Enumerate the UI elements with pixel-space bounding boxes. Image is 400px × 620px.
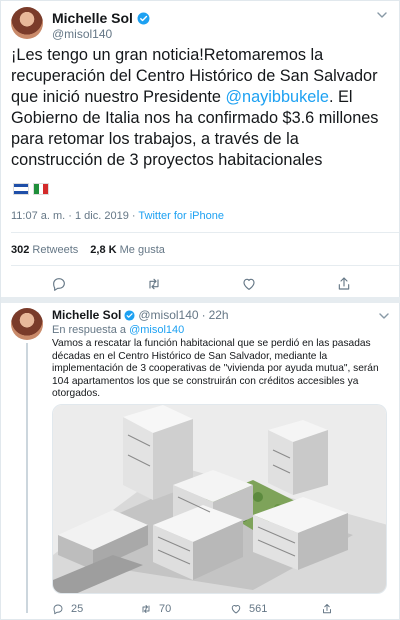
- reply-count: 25: [71, 603, 84, 615]
- in-reply-to: En respuesta a @misol140: [52, 324, 184, 336]
- tweet-text: ¡Les tengo un gran noticia!Retomaremos l…: [11, 45, 393, 171]
- tweet-detail-view: Michelle Sol @misol140 ¡Les tengo un gra…: [0, 0, 400, 620]
- reply-text: Vamos a rescatar la función habitacional…: [52, 338, 379, 400]
- verified-badge-icon: [124, 309, 135, 321]
- chevron-down-icon[interactable]: [376, 9, 388, 21]
- share-button[interactable]: [321, 603, 333, 615]
- tweet-photo[interactable]: [52, 404, 387, 594]
- separator-dot: ·: [201, 308, 206, 322]
- in-reply-handle[interactable]: @misol140: [129, 324, 184, 336]
- retweets-stat[interactable]: 302 Retweets: [11, 244, 78, 256]
- action-bar: [1, 276, 400, 292]
- reply-author-handle[interactable]: @misol140: [138, 308, 198, 322]
- share-icon: [323, 604, 331, 614]
- reply-time[interactable]: 22h: [209, 308, 229, 322]
- section-separator: [1, 297, 400, 303]
- flags-row: [13, 183, 49, 195]
- likes-stat[interactable]: 2,8 K Me gusta: [90, 244, 165, 256]
- source-link[interactable]: Twitter for iPhone: [138, 210, 224, 222]
- verified-badge-icon: [137, 12, 150, 24]
- flag-italy-icon: [33, 183, 49, 195]
- timestamp: 11:07 a. m. · 1 dic. 2019 ·: [11, 210, 139, 222]
- reply-icon: [53, 604, 63, 615]
- like-count: 561: [249, 603, 268, 615]
- engagement-stats: 302 Retweets 2,8 K Me gusta: [11, 244, 165, 256]
- share-icon[interactable]: [336, 276, 352, 292]
- in-reply-prefix: En respuesta a: [52, 324, 126, 336]
- retweets-label: Retweets: [32, 244, 79, 256]
- reply-button[interactable]: 25: [52, 603, 83, 615]
- retweet-count: 70: [159, 603, 172, 615]
- author-row[interactable]: Michelle Sol: [52, 10, 150, 26]
- chevron-down-icon[interactable]: [378, 310, 390, 322]
- like-icon: [231, 605, 241, 614]
- author-handle[interactable]: @misol140: [52, 27, 112, 41]
- like-icon[interactable]: [241, 276, 257, 292]
- mention-link[interactable]: @nayibbukele: [226, 88, 329, 106]
- retweets-count: 302: [11, 244, 30, 256]
- reply-action-bar: 25 70 561: [1, 603, 400, 617]
- retweet-icon: [142, 605, 150, 613]
- thread-line: [26, 343, 28, 613]
- retweet-button[interactable]: 70: [140, 603, 171, 615]
- like-button[interactable]: 561: [230, 603, 267, 615]
- reply-icon[interactable]: [51, 276, 67, 292]
- reply-avatar[interactable]: [11, 308, 43, 340]
- reply-author-name[interactable]: Michelle Sol: [52, 308, 121, 322]
- flag-el-salvador-icon: [13, 183, 29, 195]
- likes-label: Me gusta: [119, 244, 165, 256]
- divider: [11, 265, 399, 266]
- avatar[interactable]: [11, 7, 43, 39]
- divider: [11, 232, 399, 233]
- reply-author-row[interactable]: Michelle Sol @misol140 · 22h: [52, 308, 229, 322]
- likes-count: 2,8 K: [90, 244, 117, 256]
- housing-render-image: [53, 405, 386, 593]
- tweet-meta: 11:07 a. m. · 1 dic. 2019 · Twitter for …: [11, 210, 224, 222]
- retweet-icon[interactable]: [146, 276, 162, 292]
- author-name[interactable]: Michelle Sol: [52, 10, 133, 26]
